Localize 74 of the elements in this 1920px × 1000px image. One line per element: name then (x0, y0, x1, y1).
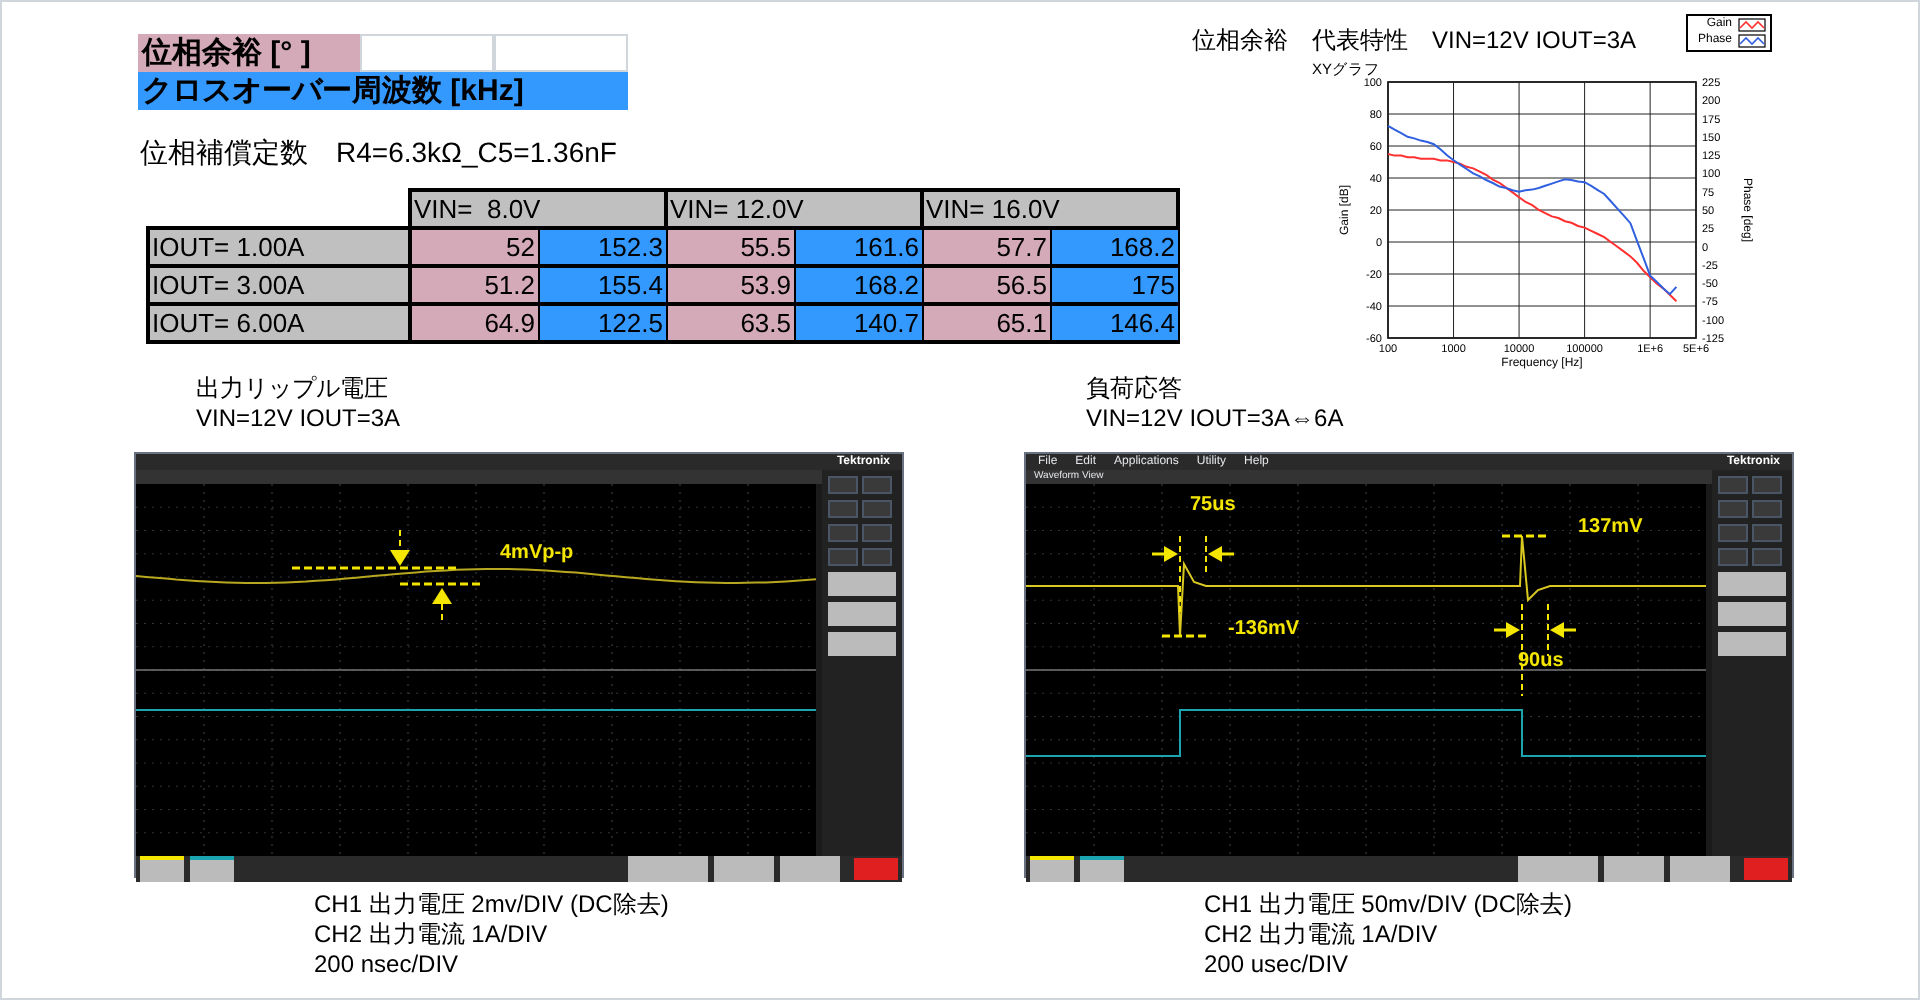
scope-condition: VIN=12V IOUT=3A (194, 404, 403, 434)
table-cell: 146.4 (1050, 304, 1178, 342)
panel-button[interactable] (1718, 476, 1748, 494)
row-header: IOUT= 6.00A (148, 304, 410, 342)
caption-line: CH2 出力電流 1A/DIV (1204, 920, 1440, 950)
panel-button[interactable] (1752, 500, 1782, 518)
panel-button[interactable] (862, 500, 892, 518)
column-header: VIN= 12.0V (666, 190, 922, 228)
compensation-text: 位相補償定数 R4=6.3kΩ_C5=1.36nF (140, 134, 619, 172)
measurement-label: 75us (1190, 494, 1236, 516)
panel-button[interactable] (862, 548, 892, 566)
panel-button[interactable] (1718, 548, 1748, 566)
table-cell: 63.5 (666, 304, 794, 342)
table-cell: 175 (1050, 266, 1178, 304)
legend-label: クロスオーバー周波数 [kHz] (138, 72, 628, 110)
caption-line: 200 nsec/DIV (314, 950, 461, 980)
horizontal-tile[interactable] (628, 856, 708, 882)
acquisition-tile[interactable] (780, 856, 840, 882)
measurement-tile[interactable] (828, 572, 896, 596)
caption-line: CH1 出力電圧 2mv/DIV (DC除去) (314, 890, 671, 920)
panel-button[interactable] (862, 524, 892, 542)
table-cell: 168.2 (794, 266, 922, 304)
table-cell: 56.5 (922, 266, 1050, 304)
measurement-tile[interactable] (828, 602, 896, 626)
measurement-tile[interactable] (1718, 602, 1786, 626)
caption-line: CH1 出力電圧 50mv/DIV (DC除去) (1204, 890, 1575, 920)
trigger-tile[interactable] (714, 856, 774, 882)
run-stop-button[interactable] (1744, 858, 1788, 880)
table-cell: 57.7 (922, 228, 1050, 266)
column-header: VIN= 8.0V (410, 190, 666, 228)
horizontal-tile[interactable] (1518, 856, 1598, 882)
chart-title: 位相余裕 代表特性 VIN=12V IOUT=3A (1192, 24, 1637, 58)
measurement-label: -136mV (1228, 618, 1300, 640)
scope-condition: VIN=12V IOUT=3A⇔6A (1084, 404, 1346, 434)
measurement-label: 4mVp-p (500, 542, 574, 564)
panel-button[interactable] (862, 476, 892, 494)
acquisition-tile[interactable] (1670, 856, 1730, 882)
panel-button[interactable] (1718, 500, 1748, 518)
table-cell: 140.7 (794, 304, 922, 342)
table-cell: 53.9 (666, 266, 794, 304)
panel-button[interactable] (1752, 548, 1782, 566)
table-cell: 161.6 (794, 228, 922, 266)
measurement-tile[interactable] (828, 632, 896, 656)
caption-line: CH2 出力電流 1A/DIV (314, 920, 550, 950)
row-header: IOUT= 3.00A (148, 266, 410, 304)
panel-button[interactable] (828, 500, 858, 518)
panel-button[interactable] (1752, 476, 1782, 494)
table-cell: 122.5 (538, 304, 666, 342)
table-cell: 155.4 (538, 266, 666, 304)
table-cell: 168.2 (1050, 228, 1178, 266)
measurement-tile[interactable] (1718, 632, 1786, 656)
panel-button[interactable] (1752, 524, 1782, 542)
panel-button[interactable] (828, 476, 858, 494)
column-header: VIN= 16.0V (922, 190, 1178, 228)
scope-title: 出力リップル電圧 (194, 374, 390, 404)
measurement-label: 137mV (1578, 516, 1643, 538)
run-stop-button[interactable] (854, 858, 898, 880)
legend-label: 位相余裕 [° ] (138, 34, 360, 72)
trigger-tile[interactable] (1604, 856, 1664, 882)
measurement-tile[interactable] (1718, 572, 1786, 596)
table-cell: 52 (410, 228, 538, 266)
caption-line: 200 usec/DIV (1204, 950, 1351, 980)
empty-cell (494, 34, 628, 72)
table-cell: 152.3 (538, 228, 666, 266)
table-cell: 55.5 (666, 228, 794, 266)
table-cell: 51.2 (410, 266, 538, 304)
scope-title: 負荷応答 (1084, 374, 1184, 404)
table-cell: 65.1 (922, 304, 1050, 342)
row-header: IOUT= 1.00A (148, 228, 410, 266)
panel-button[interactable] (1718, 524, 1748, 542)
panel-button[interactable] (828, 548, 858, 566)
measurement-label: 90us (1518, 650, 1564, 672)
table-cell: 64.9 (410, 304, 538, 342)
panel-button[interactable] (828, 524, 858, 542)
